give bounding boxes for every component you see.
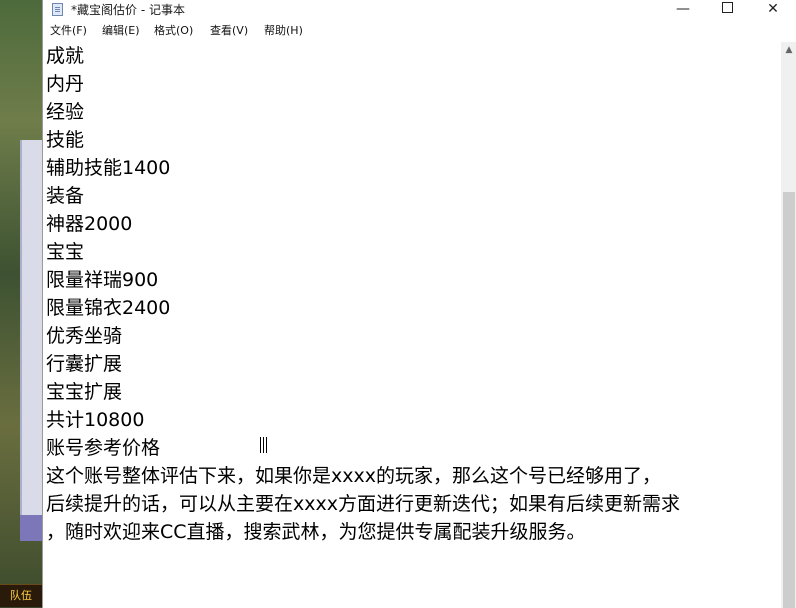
- notepad-icon: [52, 3, 63, 16]
- text-line: 后续提升的话，可以从主要在xxxx方面进行更新迭代；如果有后续更新需求: [46, 493, 680, 515]
- maximize-icon: [721, 2, 733, 13]
- text-line: ，随时欢迎来CC直播，搜索武林，为您提供专属配装升级服务。: [46, 521, 586, 543]
- chevron-up-icon[interactable]: ▲: [781, 42, 796, 58]
- text-line: 这个账号整体评估下来，如果你是xxxx的玩家，那么这个号已经够用了，: [46, 465, 661, 487]
- minimize-button[interactable]: —: [661, 0, 705, 20]
- maximize-button[interactable]: [705, 0, 749, 20]
- background-game-client: 队伍: [0, 0, 44, 608]
- text-line: 技能: [46, 129, 85, 151]
- menu-view[interactable]: 查看(V): [210, 23, 248, 39]
- text-line: 装备: [46, 185, 85, 207]
- text-line: 辅助技能1400: [46, 157, 171, 179]
- background-game-panel: [20, 140, 44, 540]
- text-line: 宝宝扩展: [46, 381, 123, 403]
- text-cursor-icon: [260, 437, 267, 453]
- menu-edit[interactable]: 编辑(E): [102, 23, 140, 39]
- menu-bar: 文件(F) 编辑(E) 格式(O) 查看(V) 帮助(H): [43, 20, 796, 42]
- text-line: 成就: [46, 45, 85, 67]
- vertical-scrollbar[interactable]: ▲: [781, 42, 796, 608]
- menu-format[interactable]: 格式(O): [154, 23, 193, 39]
- text-line: 内丹: [46, 73, 85, 95]
- text-line: 共计10800: [46, 409, 145, 431]
- text-line: 经验: [46, 101, 85, 123]
- title-bar[interactable]: *藏宝阁估价 - 记事本 — ✕: [43, 0, 796, 20]
- text-line: 账号参考价格: [46, 437, 161, 459]
- text-line: 行囊扩展: [46, 353, 123, 375]
- menu-help[interactable]: 帮助(H): [264, 23, 303, 39]
- text-line: 宝宝: [46, 241, 85, 263]
- background-game-panel-bar: [20, 515, 42, 541]
- text-line: 神器2000: [46, 213, 133, 235]
- text-line: 限量祥瑞900: [46, 269, 159, 291]
- notepad-window: *藏宝阁估价 - 记事本 — ✕ 文件(F) 编辑(E) 格式(O) 查看(V)…: [42, 0, 796, 608]
- close-button[interactable]: ✕: [751, 0, 795, 20]
- text-line: 优秀坐骑: [46, 325, 123, 347]
- text-line: 限量锦衣2400: [46, 297, 171, 319]
- window-title: *藏宝阁估价 - 记事本: [71, 3, 185, 17]
- text-editor-area[interactable]: 成就 内丹 经验 技能 辅助技能1400 装备 神器2000 宝宝 限量祥瑞90…: [43, 42, 781, 608]
- menu-file[interactable]: 文件(F): [50, 23, 87, 39]
- scrollbar-thumb[interactable]: [783, 192, 795, 608]
- team-badge[interactable]: 队伍: [0, 584, 42, 607]
